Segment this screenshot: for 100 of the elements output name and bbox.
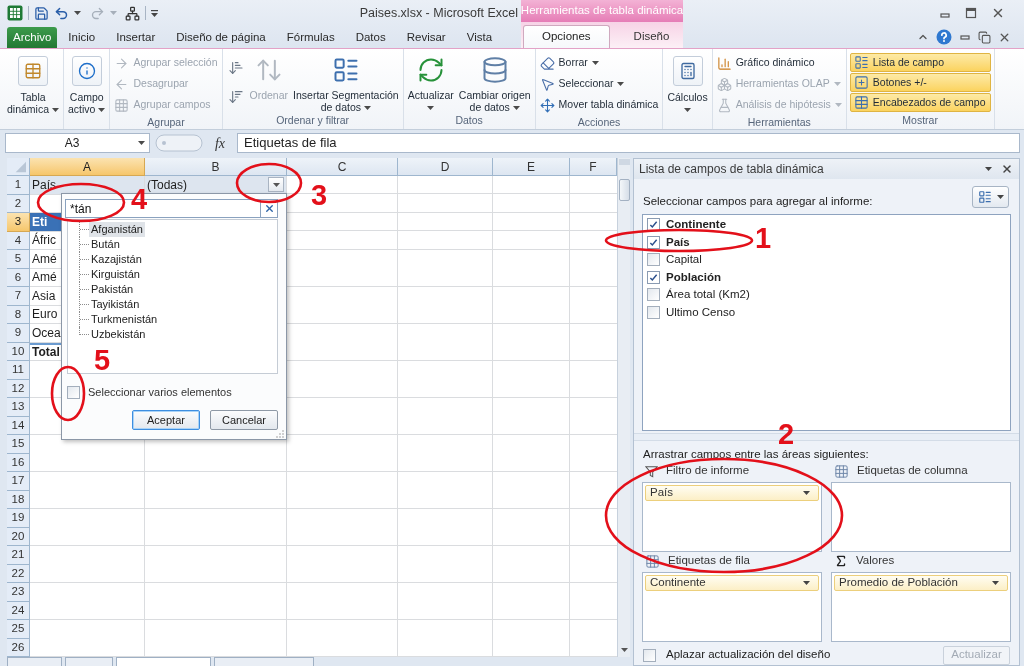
checkbox-label: Seleccionar varios elementos — [88, 384, 232, 400]
checkbox[interactable] — [67, 385, 80, 399]
ribbon-button[interactable]: Actualizar — [406, 53, 455, 110]
ribbon-button[interactable]: Cálculos — [666, 53, 709, 112]
ribbon-tab[interactable]: Diseño de página — [166, 27, 276, 48]
area-field[interactable]: País — [645, 485, 819, 501]
filter-dropdown-button[interactable] — [268, 177, 284, 192]
sigma-icon — [834, 554, 848, 568]
row-header[interactable]: 5 — [7, 250, 30, 269]
filter-icon — [645, 464, 658, 478]
ribbon-tab[interactable]: Diseño — [615, 25, 688, 48]
ribbon-group-label: Agrupar — [147, 115, 185, 130]
list-item[interactable]: Bután — [89, 237, 122, 252]
checkbox[interactable] — [647, 288, 660, 302]
field-list-prompt: Seleccionar campos para agregar al informe: — [643, 193, 873, 209]
save-icon[interactable] — [34, 5, 49, 21]
ribbon-button[interactable]: Insertar Segmentación de datos — [292, 53, 400, 113]
column-header[interactable]: E — [493, 158, 570, 176]
splitter-handle-icon[interactable] — [155, 134, 203, 152]
table-icon — [18, 56, 48, 86]
ribbon-tab[interactable]: Inicio — [58, 27, 106, 48]
checkbox[interactable] — [647, 270, 660, 284]
column-header[interactable]: A — [30, 158, 145, 176]
list-item[interactable]: Kazajistán — [89, 252, 144, 267]
checkbox[interactable] — [643, 648, 656, 662]
ribbon-button[interactable]: Cambiar origen de datos — [457, 53, 532, 113]
ribbon-group-label: Datos — [455, 113, 483, 129]
area-field[interactable]: Continente — [645, 575, 819, 591]
checkbox[interactable] — [647, 253, 660, 267]
caret-icon[interactable] — [138, 141, 145, 145]
field-label: Población — [666, 269, 721, 285]
caret-icon[interactable] — [803, 581, 810, 585]
list-item[interactable]: Kirguistán — [89, 267, 142, 282]
insert-function-button[interactable]: fx — [208, 132, 232, 154]
dialog-button[interactable]: Cancelar — [210, 410, 278, 430]
ribbon-button[interactable]: Borrar — [538, 53, 660, 73]
column-header[interactable]: B — [145, 158, 287, 176]
ribbon-button[interactable]: Campo activo — [67, 53, 107, 115]
ribbon-tab[interactable]: Datos — [345, 27, 396, 48]
formula-field[interactable]: Etiquetas de fila — [237, 133, 1020, 153]
table-icon — [853, 95, 869, 110]
ribbon-tab[interactable]: Vista — [456, 27, 503, 48]
dialog-button[interactable]: Aceptar — [132, 410, 200, 430]
list-item[interactable]: Uzbekistán — [89, 327, 148, 342]
row-header[interactable]: 11 — [7, 361, 30, 380]
row-header[interactable]: 9 — [7, 324, 30, 343]
toggle-button[interactable]: Encabezados de campo — [849, 93, 991, 112]
row-header[interactable]: 17 — [7, 472, 30, 491]
info-icon — [71, 56, 102, 86]
toggle-button[interactable]: Lista de campo — [849, 53, 991, 72]
caret-icon[interactable] — [985, 167, 992, 171]
layout-button[interactable] — [972, 185, 1009, 208]
caret-icon[interactable] — [992, 581, 999, 585]
help-icon[interactable] — [936, 29, 952, 45]
row-header[interactable]: 21 — [7, 546, 30, 565]
scroll-down-arrow-icon[interactable] — [620, 648, 628, 652]
grid-icon — [834, 463, 849, 479]
ribbon-button[interactable]: Seleccionar — [538, 74, 660, 94]
ribbon-tab[interactable]: Insertar — [106, 27, 166, 48]
list-icon — [977, 189, 992, 204]
row-header[interactable]: 7 — [7, 287, 30, 306]
checkbox[interactable] — [647, 235, 660, 249]
ribbon-tab[interactable]: Revisar — [396, 27, 456, 48]
ribbon-tab[interactable]: Fórmulas — [276, 27, 345, 48]
row-header[interactable]: 25 — [7, 620, 30, 639]
row-header[interactable]: 15 — [7, 435, 30, 454]
hierarchy-icon[interactable] — [125, 5, 140, 21]
row-header[interactable]: 13 — [7, 398, 30, 417]
row-header[interactable]: 1 — [7, 176, 30, 195]
checkbox[interactable] — [647, 305, 660, 319]
spreadsheet-logo-icon[interactable] — [7, 5, 23, 21]
column-header[interactable]: F — [570, 158, 617, 176]
ribbon-tab[interactable]: Archivo — [7, 27, 58, 48]
undo-icon[interactable] — [54, 5, 69, 21]
scrollbar-thumb[interactable] — [618, 179, 630, 201]
caret-icon[interactable] — [74, 11, 81, 15]
resize-grip-icon[interactable] — [276, 430, 284, 438]
close-icon[interactable] — [991, 6, 1005, 20]
ribbon-button[interactable]: Gráfico dinámico — [715, 53, 843, 73]
customize-toolbar-icon[interactable] — [151, 9, 158, 17]
annotation-number: 1 — [755, 224, 772, 253]
name-box[interactable]: A3 — [5, 133, 150, 153]
pointer-icon — [539, 76, 555, 92]
row-header[interactable]: 19 — [7, 509, 30, 528]
restore-icon[interactable] — [978, 30, 991, 44]
column-header[interactable]: D — [398, 158, 493, 176]
vertical-scrollbar[interactable] — [617, 158, 630, 657]
list-item[interactable]: Afganistán — [89, 222, 145, 237]
row-header[interactable]: 3 — [7, 213, 30, 232]
ribbon-button[interactable]: Mover tabla dinámica — [538, 95, 660, 115]
maximize-icon[interactable] — [965, 7, 977, 19]
close-icon[interactable] — [1001, 163, 1013, 175]
caret-icon[interactable] — [803, 491, 810, 495]
ribbon-button[interactable]: Tabla dinámica — [6, 53, 61, 115]
toggle-button[interactable]: Botones +/- — [849, 73, 991, 92]
ribbon-tab[interactable]: Opciones — [523, 25, 610, 48]
field-label: Continente — [666, 217, 727, 233]
row-header[interactable]: 23 — [7, 583, 30, 602]
area-field[interactable]: Promedio de Población — [834, 575, 1008, 591]
column-header[interactable]: C — [287, 158, 398, 176]
